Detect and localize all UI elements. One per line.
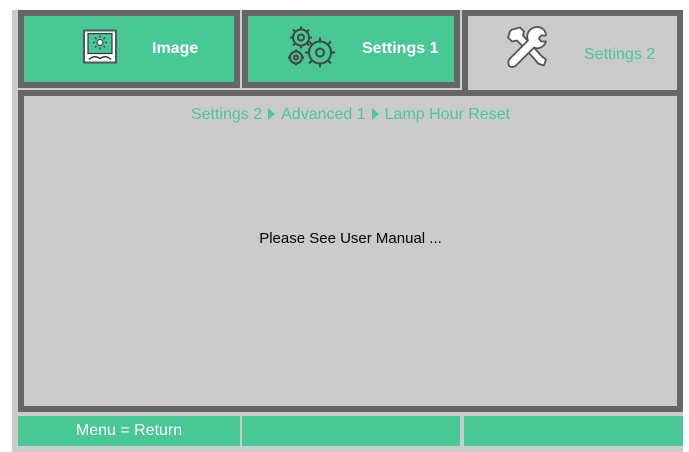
breadcrumb: Settings 2 Advanced 1 Lamp Hour Reset xyxy=(24,106,677,124)
tab-settings-1-label: Settings 1 xyxy=(362,40,439,57)
tab-image-label: Image xyxy=(152,40,199,57)
footer-hint-empty xyxy=(242,416,460,446)
gears-icon xyxy=(284,25,340,74)
info-message: Please See User Manual ... xyxy=(259,230,442,247)
content-panel: Settings 2 Advanced 1 Lamp Hour Reset Plea… xyxy=(18,90,683,412)
image-icon xyxy=(82,29,118,70)
tab-settings-1[interactable]: Settings 1 xyxy=(242,10,460,88)
breadcrumb-arrow-icon xyxy=(371,108,379,120)
tab-settings-2-label: Settings 2 xyxy=(584,46,656,63)
tab-settings-2[interactable]: Settings 2 xyxy=(462,10,683,96)
footer-hint-menu-return: Menu = Return xyxy=(18,416,240,446)
footer-hint-empty xyxy=(464,416,683,446)
breadcrumb-arrow-icon xyxy=(268,108,276,120)
breadcrumb-item-advanced-1: Advanced 1 xyxy=(281,106,366,123)
breadcrumb-item-settings-2: Settings 2 xyxy=(190,106,263,123)
wrench-hammer-icon xyxy=(504,24,552,77)
tab-image[interactable]: Image xyxy=(18,10,240,88)
breadcrumb-item-lamp-hour-reset: Lamp Hour Reset xyxy=(384,106,511,123)
